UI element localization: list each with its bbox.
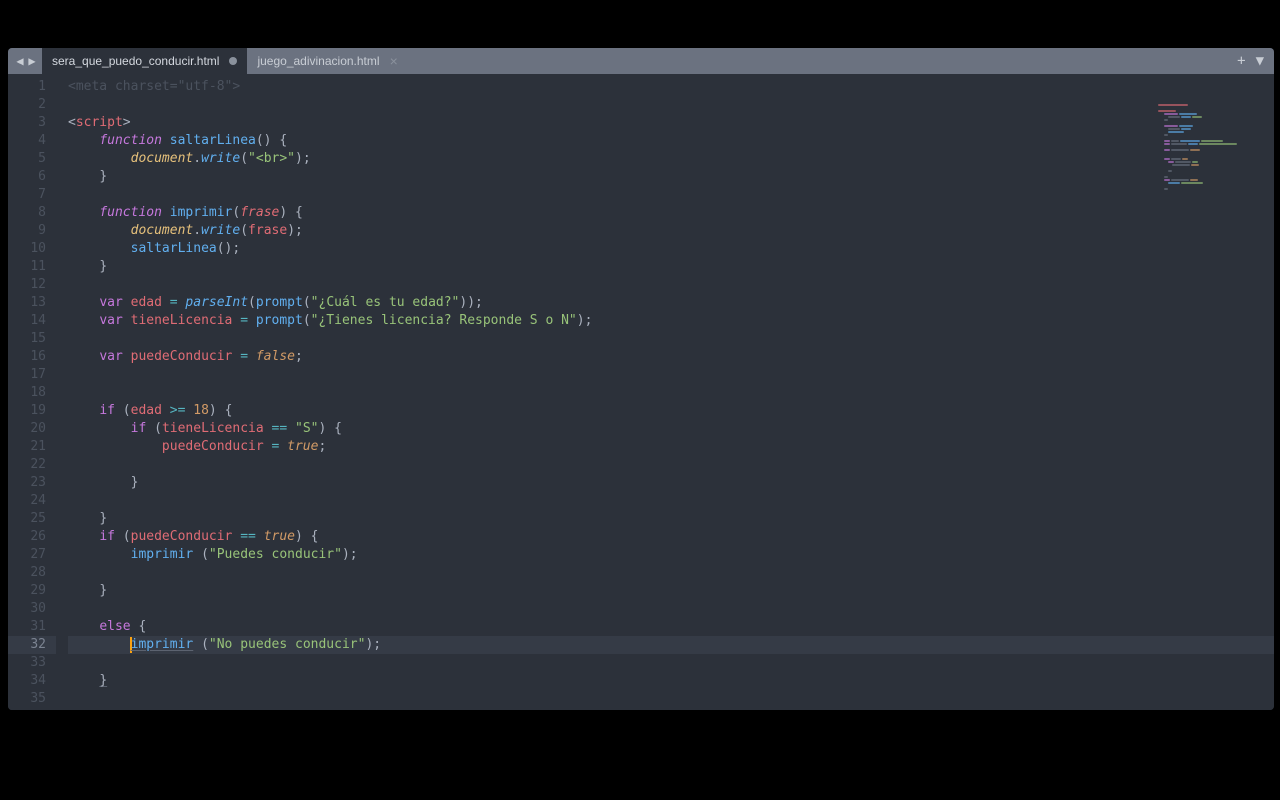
tab-actions: + ▼	[1237, 48, 1274, 74]
editor-body: 1234567891011121314151617181920212223242…	[8, 74, 1274, 710]
tab-active-label: sera_que_puedo_conducir.html	[52, 54, 219, 68]
code-line[interactable]: document.write("<br>");	[68, 150, 1274, 168]
code-line[interactable]: var edad = parseInt(prompt("¿Cuál es tu …	[68, 294, 1274, 312]
code-line[interactable]	[68, 600, 1274, 618]
code-line[interactable]: if (edad >= 18) {	[68, 402, 1274, 420]
code-line[interactable]	[68, 492, 1274, 510]
code-line[interactable]: imprimir ("No puedes conducir");	[68, 636, 1274, 654]
code-line[interactable]: }	[68, 474, 1274, 492]
tab-inactive-label: juego_adivinacion.html	[257, 54, 379, 68]
code-line[interactable]: if (tieneLicencia == "S") {	[68, 420, 1274, 438]
code-line[interactable]: function imprimir(frase) {	[68, 204, 1274, 222]
tab-dirty-icon	[229, 57, 237, 65]
code-line[interactable]	[68, 654, 1274, 672]
code-line[interactable]: }	[68, 168, 1274, 186]
code-line[interactable]: if (puedeConducir == true) {	[68, 528, 1274, 546]
code-line[interactable]: }	[68, 258, 1274, 276]
nav-forward-icon[interactable]: ▶	[26, 53, 38, 69]
line-gutter: 1234567891011121314151617181920212223242…	[8, 74, 56, 710]
tab-inactive[interactable]: juego_adivinacion.html ×	[247, 48, 407, 74]
code-line[interactable]	[68, 276, 1274, 294]
code-line[interactable]	[68, 564, 1274, 582]
code-line[interactable]	[68, 456, 1274, 474]
code-line[interactable]	[68, 96, 1274, 114]
editor-window: ◀ ▶ sera_que_puedo_conducir.html juego_a…	[8, 48, 1274, 710]
code-line[interactable]: imprimir ("Puedes conducir");	[68, 546, 1274, 564]
code-line[interactable]: else {	[68, 618, 1274, 636]
tab-menu-icon[interactable]: ▼	[1256, 53, 1264, 69]
new-tab-icon[interactable]: +	[1237, 53, 1245, 69]
tab-bar: ◀ ▶ sera_que_puedo_conducir.html juego_a…	[8, 48, 1274, 74]
code-line[interactable]: }	[68, 582, 1274, 600]
code-line[interactable]	[68, 186, 1274, 204]
code-area[interactable]: <meta charset="utf-8"> <script> function …	[56, 74, 1274, 710]
tab-active[interactable]: sera_que_puedo_conducir.html	[42, 48, 247, 74]
code-line[interactable]: }	[68, 672, 1274, 690]
tab-nav: ◀ ▶	[8, 48, 42, 74]
code-line[interactable]: saltarLinea();	[68, 240, 1274, 258]
code-line[interactable]	[68, 330, 1274, 348]
code-line[interactable]: function saltarLinea() {	[68, 132, 1274, 150]
code-line[interactable]: document.write(frase);	[68, 222, 1274, 240]
code-line[interactable]: <meta charset="utf-8">	[68, 78, 1274, 96]
nav-back-icon[interactable]: ◀	[14, 53, 26, 69]
code-line[interactable]	[68, 690, 1274, 708]
tab-close-icon[interactable]: ×	[390, 54, 398, 68]
code-line[interactable]	[68, 384, 1274, 402]
code-line[interactable]: <script>	[68, 114, 1274, 132]
code-line[interactable]: }	[68, 510, 1274, 528]
code-line[interactable]: puedeConducir = true;	[68, 438, 1274, 456]
code-line[interactable]	[68, 366, 1274, 384]
code-line[interactable]: var tieneLicencia = prompt("¿Tienes lice…	[68, 312, 1274, 330]
code-line[interactable]: var puedeConducir = false;	[68, 348, 1274, 366]
